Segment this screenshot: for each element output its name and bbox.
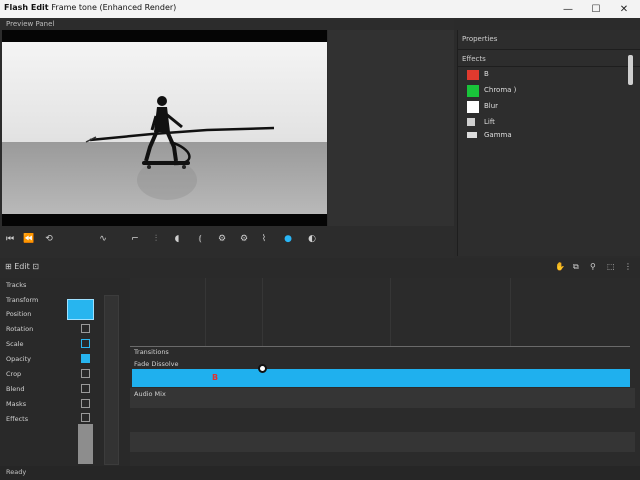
- window-subtitle: Frame tone (Enhanced Render): [51, 3, 177, 12]
- video-frame-image: [2, 30, 327, 226]
- zoom-icon[interactable]: ⚲: [590, 262, 596, 271]
- status-bar: Ready: [0, 466, 640, 480]
- effect-row-4[interactable]: Lift: [458, 117, 632, 131]
- gridline: [262, 278, 263, 346]
- track-effects[interactable]: Effects: [6, 415, 28, 423]
- effect-row-1[interactable]: B: [458, 69, 632, 83]
- playhead-handle[interactable]: [258, 364, 267, 373]
- status-text: Ready: [6, 468, 27, 476]
- hand-tool-icon[interactable]: ✋: [555, 262, 565, 271]
- track-opacity[interactable]: Opacity: [6, 355, 31, 363]
- app-name: Flash Edit: [4, 3, 49, 12]
- properties-header: Properties: [462, 35, 498, 43]
- lane-audio[interactable]: [130, 388, 635, 408]
- window-title: Flash Edit Frame tone (Enhanced Render): [4, 3, 176, 12]
- track-thumbnail-selected[interactable]: [67, 299, 94, 320]
- timeline-edit-tools[interactable]: ⊞ Edit ⊡: [5, 262, 39, 271]
- audio-wave-icon[interactable]: ∿: [95, 232, 111, 246]
- close-button[interactable]: ✕: [610, 0, 638, 18]
- track-rotation[interactable]: Rotation: [6, 325, 33, 333]
- copy-icon[interactable]: ⧉: [573, 262, 579, 272]
- gray-swatch: [467, 118, 475, 126]
- toggle-icon[interactable]: ◐: [305, 232, 319, 246]
- track-checkbox[interactable]: [81, 369, 90, 378]
- track-crop[interactable]: Crop: [6, 370, 21, 378]
- lane-label-fade: Fade Dissolve: [134, 360, 179, 368]
- effect-label: Gamma: [484, 131, 512, 139]
- track-scale[interactable]: Scale: [6, 340, 24, 348]
- clip-label: B: [212, 373, 219, 382]
- divider: [457, 66, 640, 67]
- gridline: [205, 278, 206, 346]
- lane-label-transitions: Transitions: [134, 348, 169, 356]
- rewind-icon[interactable]: ⏮: [4, 232, 16, 246]
- more-icon[interactable]: ⋮: [624, 262, 632, 271]
- green-swatch: [467, 85, 479, 97]
- preview-side-area: [328, 30, 454, 226]
- white-swatch: [467, 101, 479, 113]
- divider: [457, 49, 640, 50]
- track-column-divider[interactable]: [104, 295, 119, 465]
- bracket-in-icon[interactable]: ⦅: [194, 232, 206, 246]
- effect-label: Blur: [484, 102, 499, 110]
- track-position[interactable]: Position: [6, 310, 31, 318]
- lane-label-audio: Audio Mix: [134, 390, 166, 398]
- track-checkbox[interactable]: [81, 324, 90, 333]
- effect-row-2[interactable]: Chroma ): [458, 84, 632, 98]
- track-level-meter: [78, 424, 93, 464]
- split-icon[interactable]: ⫶: [150, 232, 162, 246]
- light-swatch: [467, 132, 477, 138]
- track-checkbox-active[interactable]: [81, 354, 90, 363]
- track-checkbox[interactable]: [81, 399, 90, 408]
- timeline-toolbar: [0, 258, 640, 278]
- step-back-icon[interactable]: ⏪: [23, 232, 35, 246]
- effect-row-5[interactable]: Gamma: [458, 130, 632, 144]
- track-checkbox[interactable]: [81, 384, 90, 393]
- frame-icon[interactable]: ⬚: [607, 262, 615, 271]
- loop-icon[interactable]: ⟲: [43, 232, 55, 246]
- gridline: [390, 278, 391, 346]
- effect-label: Chroma ): [484, 86, 517, 94]
- record-icon[interactable]: ●: [281, 232, 295, 246]
- track-checkbox[interactable]: [81, 339, 90, 348]
- track-blend[interactable]: Blend: [6, 385, 25, 393]
- crop-icon[interactable]: ⌐: [129, 232, 141, 246]
- settings-icon[interactable]: ⚙: [216, 232, 228, 246]
- title-bar: Flash Edit Frame tone (Enhanced Render) …: [0, 0, 640, 18]
- effect-label: B: [484, 70, 489, 78]
- minimize-button[interactable]: —: [554, 0, 582, 18]
- effects-section-label: Effects: [462, 55, 486, 63]
- effect-label: Lift: [484, 118, 495, 126]
- marker-icon[interactable]: ⌇: [259, 232, 269, 246]
- preview-header-label: Preview Panel: [6, 20, 55, 28]
- timeline-divider: [130, 346, 630, 347]
- maximize-button[interactable]: ☐: [582, 0, 610, 18]
- video-clip[interactable]: [132, 369, 630, 387]
- settings-icon-2[interactable]: ⚙: [238, 232, 250, 246]
- track-masks[interactable]: Masks: [6, 400, 26, 408]
- speaker-icon[interactable]: ◖: [171, 232, 183, 246]
- gridline: [510, 278, 511, 346]
- track-checkbox[interactable]: [81, 413, 90, 422]
- lane-empty[interactable]: [130, 432, 635, 452]
- track-header: Tracks: [6, 281, 27, 289]
- effect-row-3[interactable]: Blur: [458, 100, 632, 114]
- video-preview[interactable]: [2, 30, 327, 226]
- track-transform[interactable]: Transform: [6, 296, 38, 304]
- red-swatch: [467, 70, 479, 80]
